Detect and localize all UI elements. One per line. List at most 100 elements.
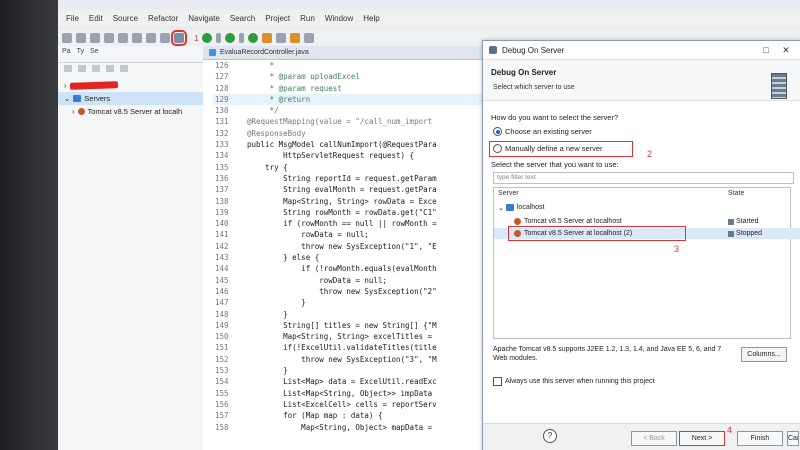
save-icon[interactable]: [76, 33, 86, 43]
code-line[interactable]: 146 throw new SysException("2": [203, 286, 488, 297]
code-line[interactable]: 148 }: [203, 309, 488, 320]
menu-item-source[interactable]: Source: [113, 14, 138, 23]
menu-item-run[interactable]: Run: [300, 14, 315, 23]
code-area[interactable]: 126 * 127 * @param uploadExcel 128 * @para…: [203, 60, 488, 450]
code-line[interactable]: 131 @RequestMapping(value = "/call_num_im…: [203, 116, 488, 127]
code-line[interactable]: 126 *: [203, 60, 488, 71]
finish-button[interactable]: Finish: [737, 431, 783, 446]
code-text: if (!rowMonth.equals(evalMonth: [247, 264, 437, 274]
code-line[interactable]: 135 try {: [203, 162, 488, 173]
code-line[interactable]: 137 String evalMonth = request.getPara: [203, 184, 488, 195]
new-icon[interactable]: [62, 33, 72, 43]
minimize-icon[interactable]: [106, 65, 114, 72]
open-type-icon[interactable]: [276, 33, 287, 43]
debug-icon[interactable]: [225, 33, 236, 43]
build-icon[interactable]: [132, 33, 142, 43]
tab-servers[interactable]: Se: [90, 48, 99, 60]
back-button[interactable]: < Back: [631, 431, 677, 446]
code-line[interactable]: 145 rowData = null;: [203, 275, 488, 286]
debug-server-icon[interactable]: [171, 30, 187, 46]
menu-item-navigate[interactable]: Navigate: [188, 14, 220, 23]
col-state-header[interactable]: State: [728, 190, 744, 197]
maximize-icon[interactable]: [120, 65, 128, 72]
code-line[interactable]: 155 List<Map<String, Object>> impData: [203, 388, 488, 399]
view-menu-icon[interactable]: [92, 65, 100, 72]
menu-item-window[interactable]: Window: [325, 14, 353, 23]
filter-input[interactable]: type filter text: [493, 172, 794, 184]
help-icon[interactable]: ?: [543, 429, 557, 443]
code-line[interactable]: 136 String reportId = request.getParam: [203, 173, 488, 184]
menu-item-help[interactable]: Help: [363, 14, 379, 23]
tools-icon[interactable]: [160, 33, 170, 43]
code-line[interactable]: 152 throw new SysException("3", "M: [203, 354, 488, 365]
code-line[interactable]: 149 String[] titles = new String[] {"M: [203, 320, 488, 331]
code-line[interactable]: 133 public MsgModel callNumImport(@Reques…: [203, 139, 488, 150]
code-line[interactable]: 141 rowData = null;: [203, 229, 488, 240]
code-line[interactable]: 154 List<Map> data = ExcelUtil.readExc: [203, 376, 488, 387]
radio-selected-icon[interactable]: [493, 127, 502, 136]
editor-tab[interactable]: EvaluaRecordController.java: [203, 46, 488, 60]
radio-manual-server[interactable]: Manually define a new server: [493, 144, 603, 153]
code-line[interactable]: 130 */: [203, 105, 488, 116]
tab-package-explorer[interactable]: Pa: [62, 48, 71, 60]
minimize-icon[interactable]: □: [761, 45, 771, 55]
code-line[interactable]: 138 Map<String, String> rowData = Exce: [203, 196, 488, 207]
code-text: Map<String, String> rowData = Exce: [247, 196, 437, 206]
chevron-down-icon[interactable]: ⌄: [64, 94, 70, 103]
refresh-icon[interactable]: [118, 33, 128, 43]
close-icon[interactable]: ✕: [781, 45, 791, 55]
chevron-right-icon[interactable]: ›: [64, 81, 67, 90]
radio-unselected-icon[interactable]: [493, 144, 502, 153]
code-line[interactable]: 156 List<ExcelCell> cells = reportServ: [203, 399, 488, 410]
terminal-icon[interactable]: [146, 33, 156, 43]
chevron-down-icon[interactable]: [239, 33, 245, 43]
code-line[interactable]: 147 }: [203, 297, 488, 308]
code-line[interactable]: 150 Map<String, String> excelTitles =: [203, 331, 488, 342]
col-server-header[interactable]: Server: [498, 190, 519, 197]
tree-tomcat-row[interactable]: › Tomcat v8.5 Server at localh: [58, 105, 203, 118]
code-text: if(!ExcelUtil.validateTitles(title: [247, 343, 437, 353]
code-line[interactable]: 143 } else {: [203, 252, 488, 263]
code-line[interactable]: 142 throw new SysException("1", "E: [203, 241, 488, 252]
cancel-button[interactable]: Cancel: [787, 431, 799, 446]
code-line[interactable]: 157 for (Map map : data) {: [203, 410, 488, 421]
chevron-right-icon[interactable]: ›: [72, 107, 75, 116]
server-group-row[interactable]: ⌄ localhost: [494, 202, 794, 213]
external-tools-icon[interactable]: [262, 33, 273, 43]
menu-item-refactor[interactable]: Refactor: [148, 14, 178, 23]
code-line[interactable]: 140 if (rowMonth == null || rowMonth =: [203, 218, 488, 229]
code-line[interactable]: 153 }: [203, 365, 488, 376]
columns-button[interactable]: Columns...: [741, 347, 787, 362]
package-icon[interactable]: [290, 33, 301, 43]
next-button[interactable]: Next >: [679, 431, 725, 446]
code-line[interactable]: 128 * @param request: [203, 83, 488, 94]
search-icon[interactable]: [104, 33, 114, 43]
code-line[interactable]: 158 Map<String, Object> mapData =: [203, 422, 488, 433]
tree-servers-row[interactable]: ⌄ Servers: [58, 92, 203, 105]
menu-item-edit[interactable]: Edit: [89, 14, 103, 23]
menu-item-file[interactable]: File: [66, 14, 79, 23]
print-icon[interactable]: [90, 33, 100, 43]
tree-project-row[interactable]: ›: [58, 79, 203, 92]
redacted-project-name: [69, 81, 118, 90]
chevron-down-icon[interactable]: [216, 33, 222, 43]
always-use-checkbox[interactable]: Always use this server when running this…: [493, 377, 654, 386]
code-line[interactable]: 139 String rowMonth = rowData.get("C1": [203, 207, 488, 218]
link-editor-icon[interactable]: [78, 65, 86, 72]
code-line[interactable]: 134 HttpServletRequest request) {: [203, 150, 488, 161]
collapse-all-icon[interactable]: [64, 65, 72, 72]
menu-item-search[interactable]: Search: [230, 14, 255, 23]
chevron-down-icon[interactable]: ⌄: [498, 204, 504, 212]
tab-type-hierarchy[interactable]: Ty: [77, 48, 84, 60]
code-line[interactable]: 132 @ResponseBody: [203, 128, 488, 139]
coverage-icon[interactable]: [248, 33, 259, 43]
radio-existing-server[interactable]: Choose an existing server: [493, 127, 592, 136]
code-line[interactable]: 129 * @return: [203, 93, 488, 106]
code-line[interactable]: 127 * @param uploadExcel: [203, 71, 488, 82]
run-icon[interactable]: [202, 33, 213, 43]
menu-item-project[interactable]: Project: [265, 14, 290, 23]
code-line[interactable]: 144 if (!rowMonth.equals(evalMonth: [203, 263, 488, 274]
code-line[interactable]: 151 if(!ExcelUtil.validateTitles(title: [203, 342, 488, 353]
checkbox-icon[interactable]: [493, 377, 502, 386]
next-annotation-icon[interactable]: [304, 33, 315, 43]
